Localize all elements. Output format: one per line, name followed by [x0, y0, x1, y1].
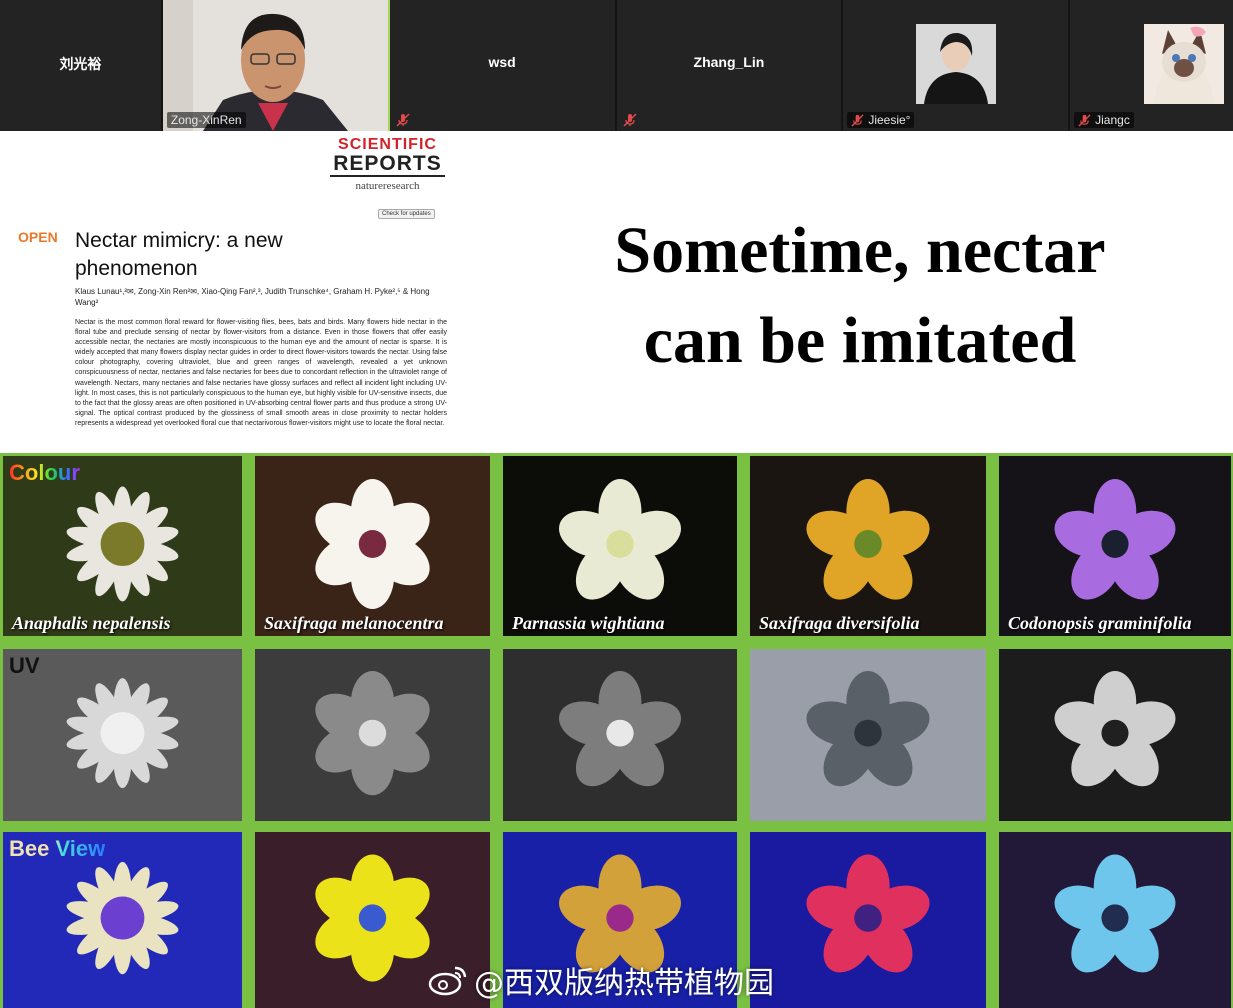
- flower-photo-image: [750, 832, 986, 1008]
- mic-muted-icon: [396, 113, 410, 127]
- flower-photo: [750, 649, 986, 821]
- paper-title: Nectar mimicry: a new phenomenon: [75, 229, 283, 280]
- person-photo-icon: [916, 24, 997, 104]
- flower-photo-image: [750, 649, 986, 821]
- avatar: [916, 24, 997, 104]
- participant-name: Zong-XinRen: [170, 113, 242, 127]
- headline-line-2: can be imitated: [643, 304, 1077, 377]
- row-label: Bee View: [9, 836, 106, 861]
- flower-photo-image: [750, 456, 986, 636]
- flower-photo: [255, 649, 490, 821]
- flower-photo: [750, 832, 986, 1008]
- mic-muted-icon: [622, 113, 637, 127]
- flower-photo-image: [503, 649, 737, 821]
- participant-tile[interactable]: wsd: [389, 0, 617, 131]
- participant-name: Jiangc: [1095, 113, 1130, 127]
- flower-photo-image: [503, 456, 737, 636]
- flower-photo-image: [999, 832, 1231, 1008]
- participant-name: Zhang_Lin: [693, 54, 765, 70]
- journal-name-line1: SCIENTIFIC: [338, 136, 437, 153]
- journal-name-line2: REPORTS: [330, 153, 445, 177]
- flower-photo: [999, 832, 1231, 1008]
- species-name: Parnassia wightiana: [512, 613, 665, 633]
- participant-name: wsd: [488, 54, 516, 70]
- flower-photo: Codonopsis graminifolia: [999, 456, 1231, 636]
- participant-name: Jieesie°: [868, 113, 911, 127]
- check-for-updates-badge: Check for updates: [378, 209, 435, 219]
- participant-name-tag: Jiangc: [1074, 112, 1134, 128]
- open-access-label: OPEN: [18, 229, 58, 245]
- paper-authors: Klaus Lunau¹,²✉, Zong-Xin Ren²✉, Xiao-Qi…: [75, 287, 430, 307]
- flower-photo-image: [999, 649, 1231, 821]
- avatar: [1144, 24, 1225, 104]
- participant-tile[interactable]: Jieesie°: [843, 0, 1071, 131]
- participant-tile[interactable]: Jiangc: [1070, 0, 1233, 131]
- flower-photo: Bee View: [3, 832, 242, 1008]
- row-label: UV: [9, 653, 40, 678]
- participant-strip: 刘光裕 Zong-XinRen wsd Zhang_Lin Jieesie° J…: [0, 0, 1233, 131]
- species-name: Saxifraga melanocentra: [264, 613, 444, 633]
- species-name: Saxifraga diversifolia: [759, 613, 920, 633]
- participant-name-tag: Zong-XinRen: [166, 112, 246, 128]
- headline-line-1: Sometime, nectar: [614, 214, 1106, 287]
- flower-photo: UV: [3, 649, 242, 821]
- journal-logo: SCIENTIFIC REPORTS natureresearch: [330, 136, 445, 193]
- participant-tile[interactable]: 刘光裕: [0, 0, 163, 131]
- flower-photo-image: [255, 456, 490, 636]
- watermark-text: @西双版纳热带植物园: [474, 966, 774, 1001]
- flower-photo: Parnassia wightiana: [503, 456, 737, 636]
- paper-abstract: Nectar is the most common floral reward …: [75, 319, 447, 427]
- mic-muted-icon: [851, 113, 864, 127]
- slide-headline: Sometime, nectar can be imitated: [560, 206, 1160, 386]
- participant-name: 刘光裕: [59, 56, 102, 72]
- row-label: Colour: [9, 460, 80, 485]
- flower-photo: [503, 649, 737, 821]
- weibo-logo-icon: [428, 966, 467, 996]
- mic-muted-icon: [1078, 113, 1091, 127]
- publisher-name: natureresearch: [355, 180, 420, 192]
- flower-photo: Saxifraga melanocentra: [255, 456, 490, 636]
- paper-excerpt: SCIENTIFIC REPORTS natureresearch Check …: [0, 131, 460, 453]
- flower-photo-grid: Colour Anaphalis nepalensis Saxifraga mela…: [0, 453, 1233, 1008]
- cat-photo-icon: [1144, 24, 1225, 104]
- flower-photo-image: [999, 456, 1231, 636]
- weibo-watermark: @西双版纳热带植物园: [428, 958, 774, 1002]
- shared-slide: SCIENTIFIC REPORTS natureresearch Check …: [0, 131, 1233, 1008]
- flower-photo: Colour Anaphalis nepalensis: [3, 456, 242, 636]
- species-name: Anaphalis nepalensis: [12, 613, 171, 633]
- flower-photo: [999, 649, 1231, 821]
- species-name: Codonopsis graminifolia: [1008, 613, 1192, 633]
- participant-name-tag: Jieesie°: [847, 112, 915, 128]
- participant-tile-active-speaker[interactable]: Zong-XinRen: [162, 0, 390, 131]
- flower-photo: Saxifraga diversifolia: [750, 456, 986, 636]
- participant-tile[interactable]: Zhang_Lin: [616, 0, 844, 131]
- flower-photo-image: [255, 649, 490, 821]
